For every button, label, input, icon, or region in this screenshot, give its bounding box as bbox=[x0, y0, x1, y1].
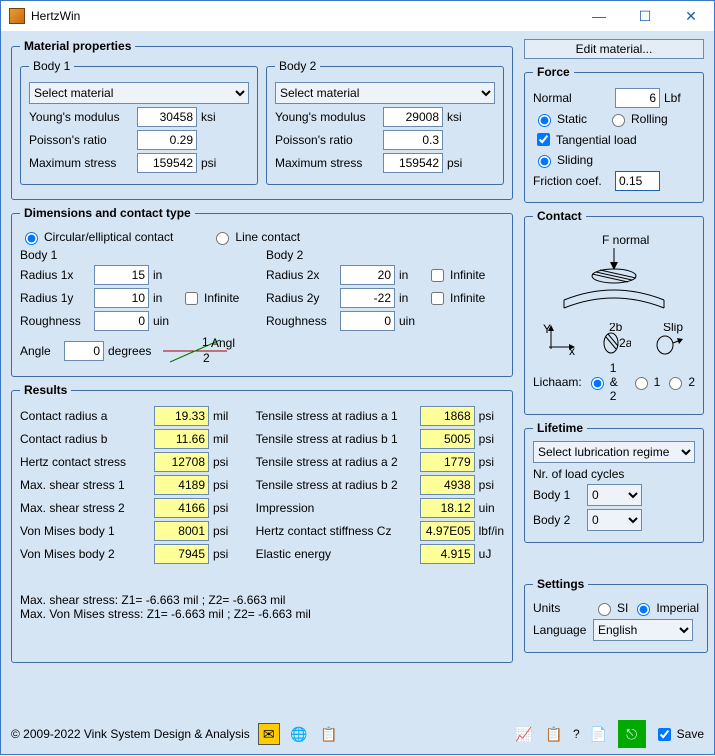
language-select[interactable]: English bbox=[593, 619, 693, 641]
result-contact-radius-a bbox=[154, 406, 209, 426]
material-properties-group: Material properties Body 1 Select materi… bbox=[11, 39, 513, 200]
result-max-shear1 bbox=[154, 475, 209, 495]
minimize-button[interactable]: — bbox=[576, 1, 622, 31]
lifetime-group: Lifetime Select lubrication regime Nr. o… bbox=[524, 421, 704, 543]
body1-infinite-check[interactable]: Infinite bbox=[181, 289, 239, 308]
footer: © 2009-2022 Vink System Design & Analysi… bbox=[11, 720, 704, 748]
line-contact-radio[interactable]: Line contact bbox=[211, 229, 300, 245]
chart-icon[interactable]: 📈 bbox=[513, 723, 535, 745]
radius2y-input[interactable] bbox=[340, 288, 395, 308]
radius1y-input[interactable] bbox=[94, 288, 149, 308]
lifetime-body1-select[interactable]: 0 bbox=[587, 484, 642, 506]
note-max-shear: Max. shear stress: Z1= -6.663 mil ; Z2= … bbox=[20, 593, 504, 607]
svg-text:2: 2 bbox=[203, 351, 210, 365]
lifetime-body2-select[interactable]: 0 bbox=[587, 509, 642, 531]
svg-text:2a: 2a bbox=[619, 336, 631, 350]
body2y-infinite-check[interactable]: Infinite bbox=[427, 289, 485, 308]
lichaam-1-radio[interactable]: 1 bbox=[630, 374, 661, 390]
body2-roughness-input[interactable] bbox=[340, 311, 395, 331]
result-tensile-a1 bbox=[420, 406, 475, 426]
settings-group: Settings Units SI Imperial Language Engl… bbox=[524, 577, 708, 653]
body2x-infinite-check[interactable]: Infinite bbox=[427, 266, 485, 285]
svg-text:2b: 2b bbox=[609, 323, 623, 334]
dimensions-legend: Dimensions and contact type bbox=[20, 206, 195, 220]
force-group: Force NormalLbf Static Rolling Tangentia… bbox=[524, 65, 704, 203]
contact-group: Contact F normal Yx 2b2a Slip bbox=[524, 209, 704, 415]
svg-text:1: 1 bbox=[202, 337, 209, 349]
body2-poisson-input[interactable] bbox=[383, 130, 443, 150]
results-group: Results Contact radius amil Contact radi… bbox=[11, 383, 513, 663]
result-impression bbox=[420, 498, 475, 518]
window-title: HertzWin bbox=[31, 9, 80, 23]
material-properties-legend: Material properties bbox=[20, 39, 135, 53]
angle-diagram-icon: Angle 1 2 bbox=[155, 337, 235, 365]
body1-material-select[interactable]: Select material bbox=[29, 82, 249, 104]
radius2x-input[interactable] bbox=[340, 265, 395, 285]
maximize-button[interactable]: ☐ bbox=[622, 1, 668, 31]
app-icon bbox=[9, 8, 25, 24]
help-page-icon[interactable]: 📄 bbox=[588, 723, 610, 745]
sliding-radio[interactable]: Sliding bbox=[533, 152, 593, 168]
globe-icon[interactable]: 🌐 bbox=[288, 723, 310, 745]
result-contact-radius-b bbox=[154, 429, 209, 449]
circular-contact-radio[interactable]: Circular/elliptical contact bbox=[20, 229, 173, 245]
svg-text:Slip: Slip bbox=[663, 323, 683, 334]
lichaam-2-radio[interactable]: 2 bbox=[664, 374, 695, 390]
body1-material: Body 1 Select material Young's modulusks… bbox=[20, 59, 258, 185]
copyright-text: © 2009-2022 Vink System Design & Analysi… bbox=[11, 727, 250, 741]
units-si-radio[interactable]: SI bbox=[593, 600, 628, 616]
lichaam-12-radio[interactable]: 1 & 2 bbox=[586, 361, 626, 403]
results-legend: Results bbox=[20, 383, 71, 397]
rolling-radio[interactable]: Rolling bbox=[607, 111, 668, 127]
result-vonmises2 bbox=[154, 544, 209, 564]
body1-roughness-input[interactable] bbox=[94, 311, 149, 331]
contact-sub-icons: Yx 2b 2a Slip bbox=[533, 323, 695, 357]
body2-material: Body 2 Select material Young's modulusks… bbox=[266, 59, 504, 185]
body2-material-select[interactable]: Select material bbox=[275, 82, 495, 104]
edit-material-button[interactable]: Edit material... bbox=[524, 39, 704, 59]
result-tensile-b2 bbox=[420, 475, 475, 495]
friction-input[interactable] bbox=[615, 171, 660, 191]
result-vonmises1 bbox=[154, 521, 209, 541]
result-hertz-stress bbox=[154, 452, 209, 472]
body2-maxstress-input[interactable] bbox=[383, 153, 443, 173]
result-stiffness bbox=[420, 521, 475, 541]
svg-text:Angle: Angle bbox=[211, 337, 235, 350]
titlebar: HertzWin — ☐ ✕ bbox=[1, 1, 714, 31]
contact-diagram: F normal bbox=[533, 229, 695, 319]
close-button[interactable]: ✕ bbox=[668, 1, 714, 31]
body1-poisson-input[interactable] bbox=[137, 130, 197, 150]
dimensions-group: Dimensions and contact type Circular/ell… bbox=[11, 206, 513, 377]
help-icon[interactable]: ? bbox=[573, 727, 580, 741]
units-imperial-radio[interactable]: Imperial bbox=[632, 600, 699, 616]
dim-body2: Body 2 Radius 2xinInfinite Radius 2yinIn… bbox=[266, 248, 504, 334]
exit-icon[interactable]: ⎋ bbox=[618, 720, 646, 748]
body2-young-input[interactable] bbox=[383, 107, 443, 127]
svg-text:F normal: F normal bbox=[602, 233, 649, 247]
mail-icon[interactable]: ✉ bbox=[258, 723, 280, 745]
clipboard-icon[interactable]: 📋 bbox=[543, 723, 565, 745]
result-max-shear2 bbox=[154, 498, 209, 518]
lubrication-select[interactable]: Select lubrication regime bbox=[533, 441, 695, 463]
svg-text:x: x bbox=[569, 344, 575, 357]
svg-text:Y: Y bbox=[543, 323, 551, 336]
radius1x-input[interactable] bbox=[94, 265, 149, 285]
app-window: HertzWin — ☐ ✕ Material properties Body … bbox=[0, 0, 715, 755]
note-max-vonmises: Max. Von Mises stress: Z1= -6.663 mil ; … bbox=[20, 607, 504, 621]
result-energy bbox=[420, 544, 475, 564]
dim-body1: Body 1 Radius 1xin Radius 1yinInfinite R… bbox=[20, 248, 258, 334]
result-tensile-b1 bbox=[420, 429, 475, 449]
angle-input[interactable] bbox=[64, 341, 104, 361]
static-radio[interactable]: Static bbox=[533, 111, 587, 127]
result-tensile-a2 bbox=[420, 452, 475, 472]
body1-young-input[interactable] bbox=[137, 107, 197, 127]
save-check[interactable]: Save bbox=[654, 725, 704, 744]
clipboard-doc-icon[interactable]: 📋 bbox=[318, 723, 340, 745]
body1-maxstress-input[interactable] bbox=[137, 153, 197, 173]
tangential-check[interactable]: Tangential load bbox=[533, 130, 637, 149]
force-normal-input[interactable] bbox=[615, 88, 660, 108]
